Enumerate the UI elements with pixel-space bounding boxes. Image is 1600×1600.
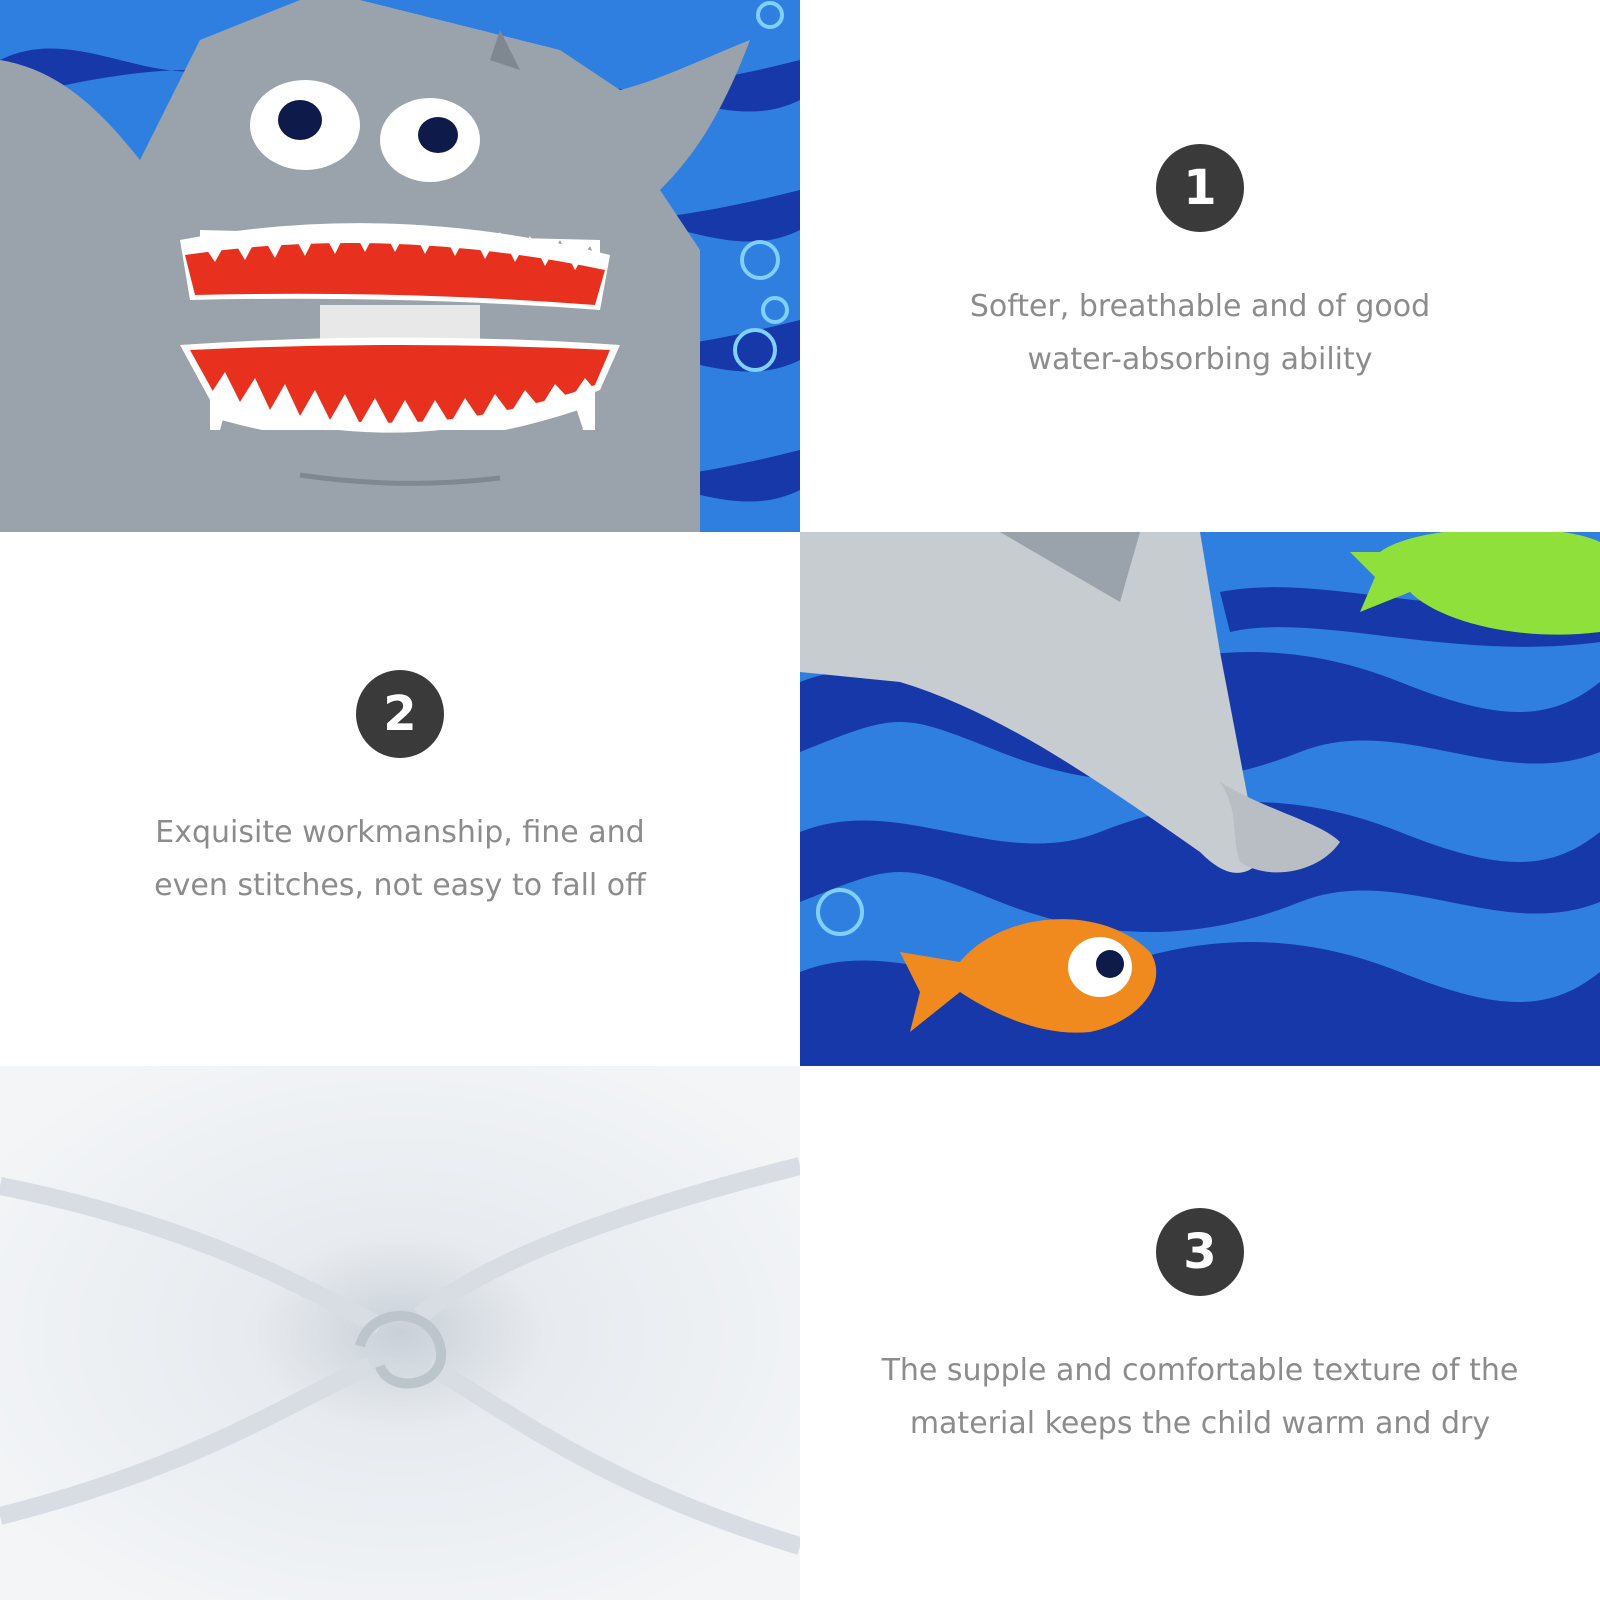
white-terry-lining-photo (0, 1066, 800, 1600)
feature-caption: Softer, breathable and of good water-abs… (970, 280, 1430, 386)
shark-hood-illustration (0, 0, 800, 532)
product-feature-grid: 1 Softer, breathable and of good water-a… (0, 0, 1600, 1600)
feature-caption-line: Exquisite workmanship, fine and (155, 815, 645, 850)
ocean-print-illustration (800, 532, 1600, 1066)
feature-caption: The supple and comfortable texture of th… (882, 1344, 1519, 1450)
feature-caption-line: Softer, breathable and of good (969, 289, 1431, 324)
feature-caption: Exquisite workmanship, fine and even sti… (154, 806, 646, 912)
feature-caption-line: The supple and comfortable texture of th… (881, 1353, 1519, 1388)
feature-number-badge: 2 (356, 670, 444, 758)
feature-caption-line: material keeps the child warm and dry (909, 1406, 1491, 1441)
feature-block-1: 1 Softer, breathable and of good water-a… (800, 0, 1600, 532)
ocean-print-fold-photo (800, 532, 1600, 1066)
feature-caption-line: even stitches, not easy to fall off (154, 868, 646, 903)
white-lining-illustration (0, 1066, 800, 1600)
feature-caption-line: water-absorbing ability (1027, 342, 1373, 377)
feature-number-badge: 1 (1156, 144, 1244, 232)
feature-block-2: 2 Exquisite workmanship, fine and even s… (0, 532, 800, 1066)
feature-number-badge: 3 (1156, 1208, 1244, 1296)
feature-block-3: 3 The supple and comfortable texture of … (800, 1066, 1600, 1600)
shark-hood-photo (0, 0, 800, 532)
